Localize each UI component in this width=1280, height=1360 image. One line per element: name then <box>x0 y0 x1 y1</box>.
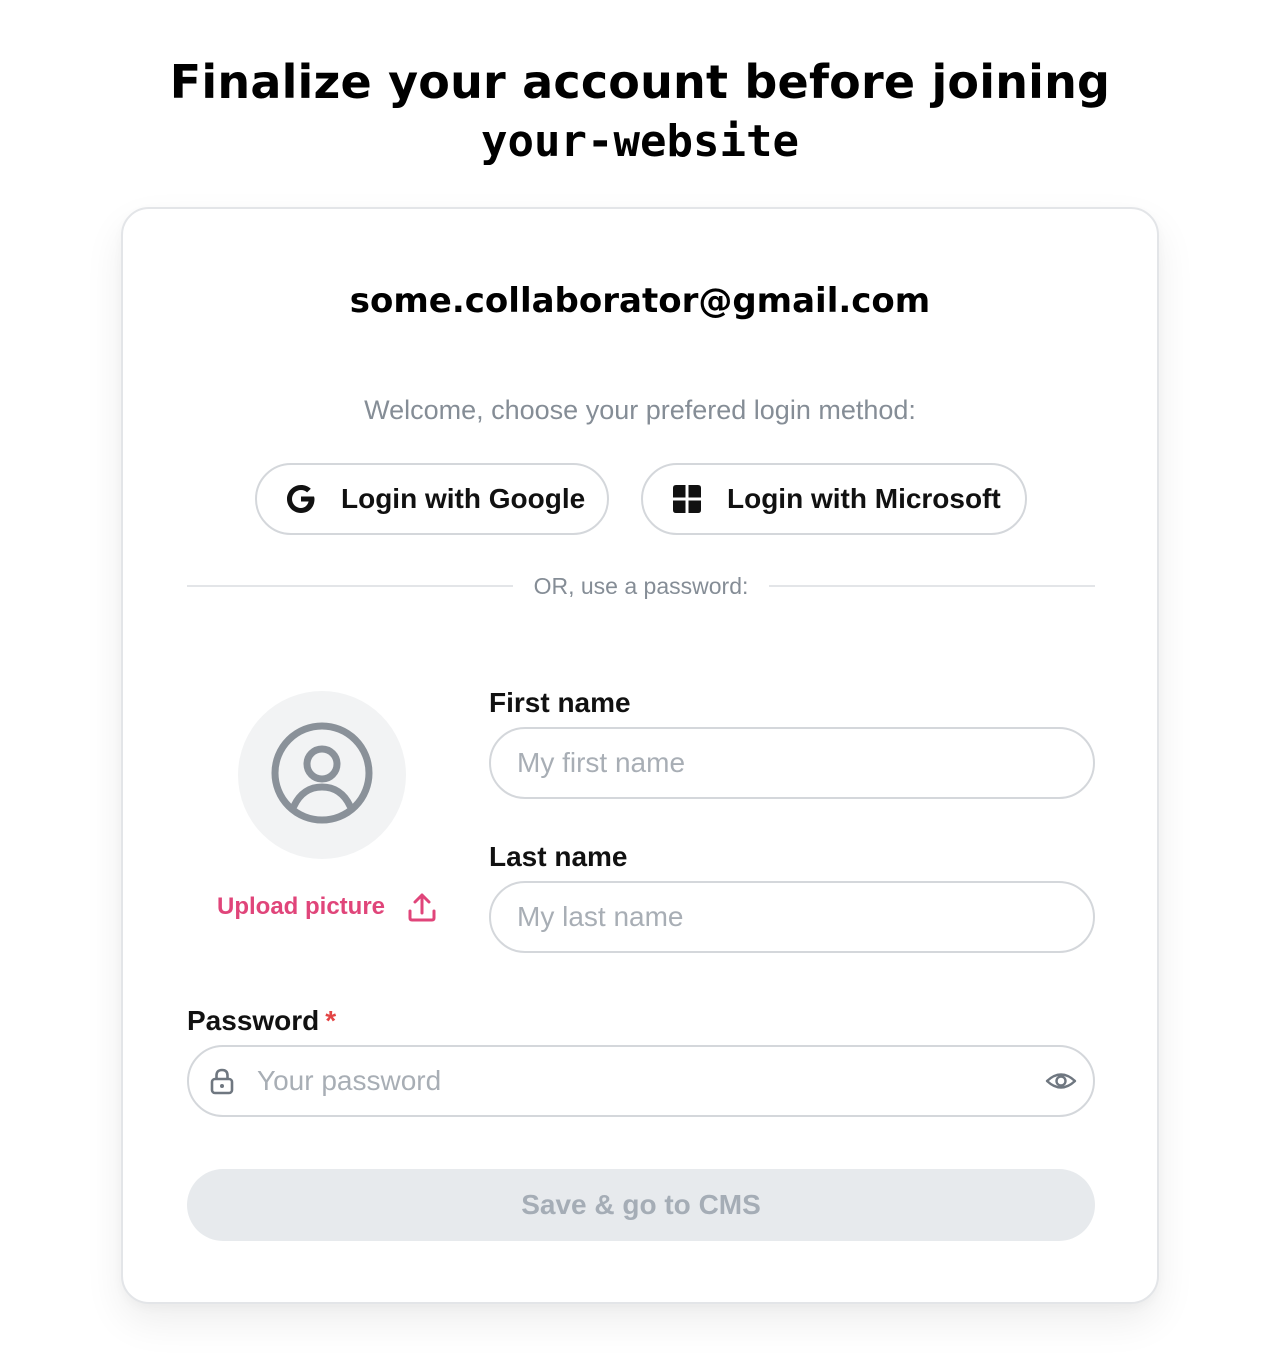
last-name-label: Last name <box>489 841 628 872</box>
last-name-input[interactable] <box>489 881 1095 953</box>
heading-title: Finalize your account before joining <box>169 55 1111 109</box>
first-name-label: First name <box>489 687 631 718</box>
required-marker: * <box>325 1005 337 1036</box>
password-label-row: Password * <box>187 1005 336 1037</box>
avatar-placeholder[interactable] <box>238 691 406 859</box>
login-microsoft-button[interactable]: Login with Microsoft <box>641 463 1027 535</box>
sso-buttons: Login with Google Login with Microsoft <box>123 463 1157 535</box>
first-name-input[interactable] <box>489 727 1095 799</box>
upload-icon <box>407 891 437 923</box>
save-go-to-cms-button[interactable]: Save & go to CMS <box>187 1169 1095 1241</box>
password-label: Password <box>187 1005 320 1036</box>
windows-icon <box>669 481 705 517</box>
upload-picture-label: Upload picture <box>217 893 386 920</box>
account-email: some.collaborator@gmail.com <box>349 281 931 321</box>
upload-picture-button[interactable]: Upload picture <box>217 891 437 923</box>
or-divider: OR, use a password: <box>187 571 1095 601</box>
eye-icon[interactable] <box>1045 1065 1077 1097</box>
user-circle-icon <box>270 721 374 830</box>
signup-card: some.collaborator@gmail.com Welcome, cho… <box>121 207 1159 1304</box>
page: Finalize your account before joining you… <box>0 0 1280 1360</box>
welcome-text: Welcome, choose your prefered login meth… <box>364 395 916 425</box>
login-google-label: Login with Google <box>341 483 586 514</box>
page-heading: Finalize your account before joining you… <box>0 52 1280 172</box>
heading-site-name: your-website <box>481 116 799 167</box>
lock-icon <box>209 1067 235 1095</box>
password-input[interactable] <box>187 1045 1095 1117</box>
login-google-button[interactable]: Login with Google <box>255 463 609 535</box>
login-microsoft-label: Login with Microsoft <box>727 483 1001 514</box>
google-g-icon <box>283 481 319 517</box>
divider-line-right <box>769 585 1095 587</box>
password-field <box>187 1045 1095 1117</box>
